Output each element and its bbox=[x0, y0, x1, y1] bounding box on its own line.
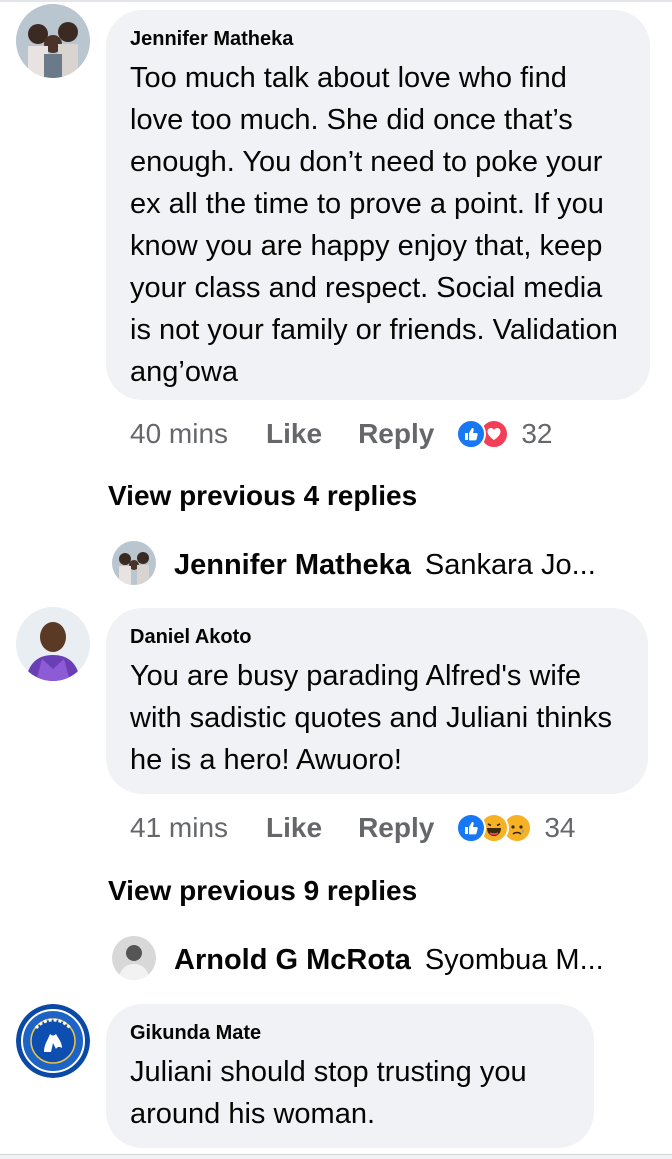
view-previous-replies[interactable]: View previous 4 replies bbox=[108, 480, 417, 512]
reply-author[interactable]: Jennifer Matheka bbox=[174, 549, 411, 582]
latest-reply-preview[interactable]: Arnold G McRota Syombua M... bbox=[112, 935, 604, 985]
comment-text: Juliani should stop trusting you around … bbox=[130, 1056, 527, 1130]
reply-button[interactable]: Reply bbox=[358, 418, 434, 450]
latest-reply-preview[interactable]: Jennifer Matheka Sankara Jo... bbox=[112, 540, 596, 590]
comment-author[interactable]: Daniel Akoto bbox=[130, 626, 624, 649]
avatar[interactable] bbox=[16, 4, 90, 78]
reaction-count[interactable]: 32 bbox=[521, 418, 552, 450]
reply-author[interactable]: Arnold G McRota bbox=[174, 944, 411, 977]
view-previous-replies[interactable]: View previous 9 replies bbox=[108, 875, 417, 907]
comment-bubble: Daniel Akoto You are busy parading Alfre… bbox=[106, 608, 648, 794]
comment-text: Too much talk about love who find love t… bbox=[130, 62, 618, 388]
reply-text: Sankara Jo... bbox=[424, 548, 596, 581]
bottom-divider bbox=[0, 1154, 672, 1159]
like-button[interactable]: Like bbox=[266, 418, 322, 450]
comment-time[interactable]: 41 mins bbox=[130, 812, 228, 844]
comment-actions: 40 mins Like Reply 32 bbox=[130, 414, 552, 454]
comment-text: You are busy parading Alfred's wife with… bbox=[130, 660, 612, 776]
reactions[interactable] bbox=[456, 813, 533, 843]
comment-actions: 41 mins Like Reply 34 bbox=[130, 808, 575, 848]
avatar[interactable] bbox=[16, 1004, 90, 1078]
avatar[interactable] bbox=[16, 607, 90, 681]
reply-text: Syombua M... bbox=[424, 943, 604, 976]
comment-time[interactable]: 40 mins bbox=[130, 418, 228, 450]
comment-bubble: Jennifer Matheka Too much talk about lov… bbox=[106, 10, 650, 400]
like-reaction-icon bbox=[456, 419, 487, 449]
reply-button[interactable]: Reply bbox=[358, 812, 434, 844]
comment-author[interactable]: Gikunda Mate bbox=[130, 1022, 570, 1045]
comment-author[interactable]: Jennifer Matheka bbox=[130, 28, 626, 51]
reactions[interactable] bbox=[456, 419, 510, 449]
comment-bubble: Gikunda Mate Juliani should stop trustin… bbox=[106, 1004, 594, 1148]
reaction-count[interactable]: 34 bbox=[544, 812, 575, 844]
like-button[interactable]: Like bbox=[266, 812, 322, 844]
